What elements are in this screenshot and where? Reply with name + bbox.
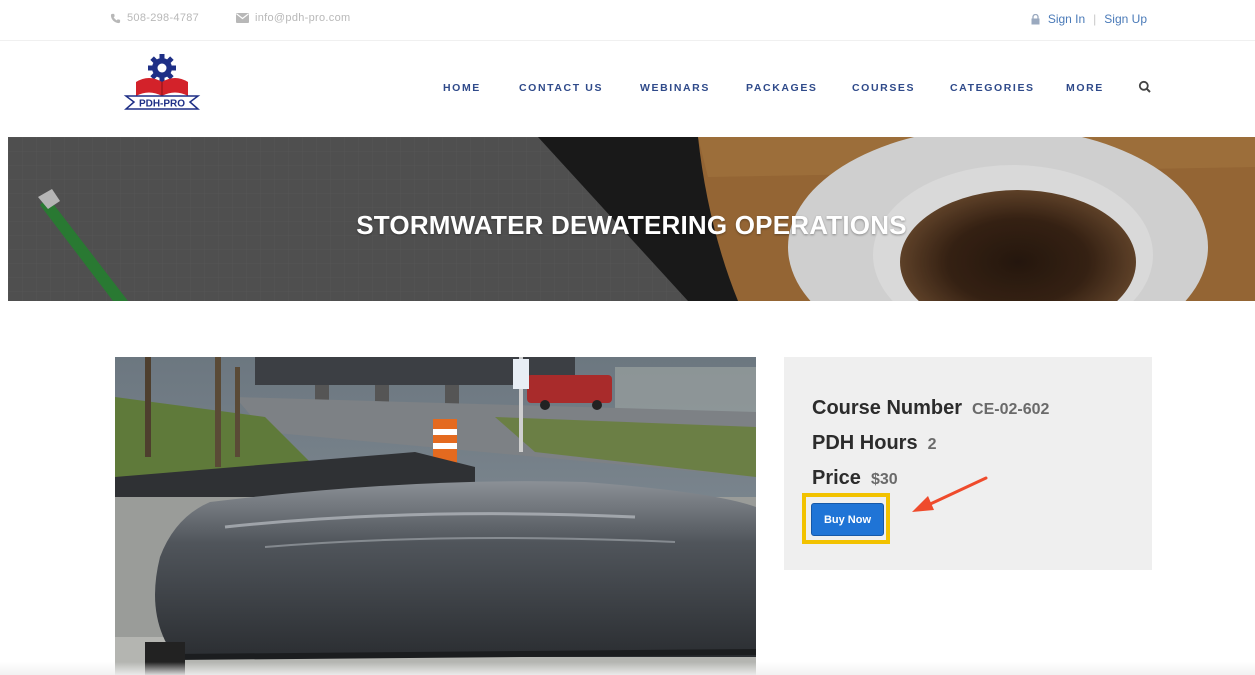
course-photo	[115, 357, 756, 675]
search-icon[interactable]	[1138, 80, 1152, 94]
email-contact[interactable]: info@pdh-pro.com	[236, 12, 350, 24]
course-number-value: CE-02-602	[972, 401, 1050, 418]
nav-courses[interactable]: COURSES	[852, 82, 915, 94]
nav-packages[interactable]: PACKAGES	[746, 82, 818, 94]
nav-webinars[interactable]: WEBINARS	[640, 82, 710, 94]
nav-more[interactable]: MORE	[1066, 82, 1104, 94]
email-address: info@pdh-pro.com	[255, 12, 351, 24]
account-separator: |	[1093, 12, 1097, 26]
phone-number: 508-298-4787	[127, 12, 200, 24]
logo-text: PDH-PRO	[139, 99, 185, 110]
course-number-row: Course Number CE-02-602	[812, 397, 1049, 420]
pdh-hours-value: 2	[927, 436, 937, 453]
nav-contact-us[interactable]: CONTACT US	[519, 82, 603, 94]
phone-icon	[110, 13, 121, 23]
nav-home[interactable]: HOME	[443, 82, 481, 94]
hero-banner: STORMWATER DEWATERING OPERATIONS	[8, 137, 1255, 301]
main-nav: HOME CONTACT US WEBINARS PACKAGES COURSE…	[0, 82, 1255, 96]
price-value: $30	[870, 471, 898, 488]
nav-categories[interactable]: CATEGORIES	[950, 82, 1035, 94]
price-row: Price $30	[812, 467, 898, 490]
pdh-hours-row: PDH Hours 2	[812, 432, 936, 455]
top-bar: 508-298-4787 info@pdh-pro.com Sign In | …	[0, 0, 1255, 41]
sign-up-link[interactable]: Sign Up	[1104, 12, 1147, 26]
phone-contact[interactable]: 508-298-4787	[110, 12, 199, 24]
price-label: Price	[812, 467, 861, 489]
pdh-hours-label: PDH Hours	[812, 432, 918, 454]
annotation-arrow-icon	[912, 476, 988, 512]
course-info-panel: Course Number CE-02-602 PDH Hours 2 Price $…	[784, 357, 1152, 570]
envelope-icon	[236, 13, 249, 23]
account-links: Sign In | Sign Up	[1031, 12, 1147, 26]
lock-icon	[1031, 13, 1040, 24]
course-number-label: Course Number	[812, 397, 963, 419]
page-title: STORMWATER DEWATERING OPERATIONS	[356, 210, 907, 240]
page-fade	[0, 662, 1255, 675]
buy-now-button[interactable]: Buy Now	[811, 503, 884, 536]
sign-in-link[interactable]: Sign In	[1048, 12, 1085, 26]
